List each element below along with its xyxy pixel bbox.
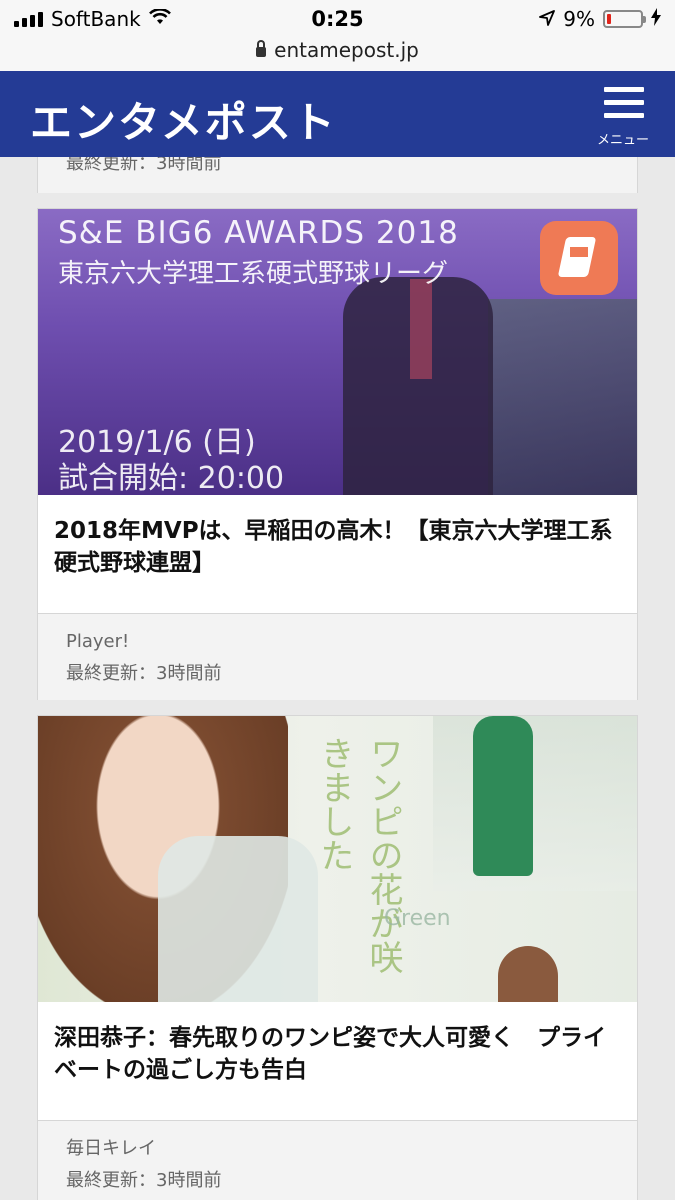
article-feed[interactable]: 最終更新：3時間前 S&E BIG6 AWARDS 2018 東京六大学理工系硬… (0, 157, 675, 1200)
thumb-time: 試合開始: 20:00 (58, 461, 285, 495)
hamburger-icon-bar (604, 100, 644, 105)
thumb-word: Green (384, 906, 451, 931)
article-meta: 毎日キレイ 最終更新：3時間前 (38, 1120, 637, 1200)
battery-icon (603, 10, 646, 28)
green-dress-shape (473, 716, 533, 876)
article-meta: Player! 最終更新：3時間前 (38, 613, 637, 700)
url-text: entamepost.jp (274, 38, 419, 62)
article-thumbnail[interactable]: ワンピの花が咲きました Green (38, 716, 637, 1002)
status-right: 9% (539, 7, 661, 31)
white-dress-shape (158, 836, 318, 1002)
site-header: エンタメポスト メニュー (0, 71, 675, 157)
hamburger-icon (604, 87, 644, 92)
menu-label: メニュー (597, 133, 650, 148)
magazine-photo (433, 716, 637, 891)
app-logo-icon (540, 221, 618, 295)
article-card[interactable]: 最終更新：3時間前 (37, 157, 638, 193)
article-meta: 最終更新：3時間前 (38, 157, 637, 193)
hamburger-icon-bar (604, 113, 644, 118)
site-logo[interactable]: エンタメポスト (30, 89, 337, 150)
article-card[interactable]: S&E BIG6 AWARDS 2018 東京六大学理工系硬式野球リーグ 201… (37, 208, 638, 700)
small-portrait-shape (498, 946, 558, 1002)
article-thumbnail[interactable]: S&E BIG6 AWARDS 2018 東京六大学理工系硬式野球リーグ 201… (38, 209, 637, 495)
menu-button[interactable]: メニュー (597, 87, 650, 148)
article-source: 毎日キレイ (66, 1138, 156, 1159)
article-title[interactable]: 2018年MVPは、早稲田の高木！【東京六大学理工系硬式野球連盟】 (38, 495, 637, 579)
article-title[interactable]: 深田恭子：春先取りのワンピ姿で大人可愛く プライベートの過ごし方も告白 (38, 1002, 637, 1086)
thumb-text-line1: S&E BIG6 AWARDS 2018 (58, 215, 459, 251)
lock-icon (256, 40, 267, 57)
article-source: Player! (66, 631, 130, 652)
tie-shape (410, 279, 432, 379)
charging-bolt-icon (651, 7, 661, 31)
background-foliage (488, 299, 637, 495)
article-card[interactable]: ワンピの花が咲きました Green 深田恭子：春先取りのワンピ姿で大人可愛く プ… (37, 715, 638, 1200)
location-arrow-icon (539, 7, 556, 31)
address-bar[interactable]: entamepost.jp (0, 38, 675, 71)
battery-percent: 9% (563, 7, 595, 31)
thumb-text-line2: 東京六大学理工系硬式野球リーグ (58, 259, 449, 289)
updated-time: 最終更新：3時間前 (66, 157, 222, 174)
updated-time: 最終更新：3時間前 (66, 663, 222, 684)
status-bar: SoftBank 0:25 9% (0, 0, 675, 38)
updated-time: 最終更新：3時間前 (66, 1170, 222, 1191)
